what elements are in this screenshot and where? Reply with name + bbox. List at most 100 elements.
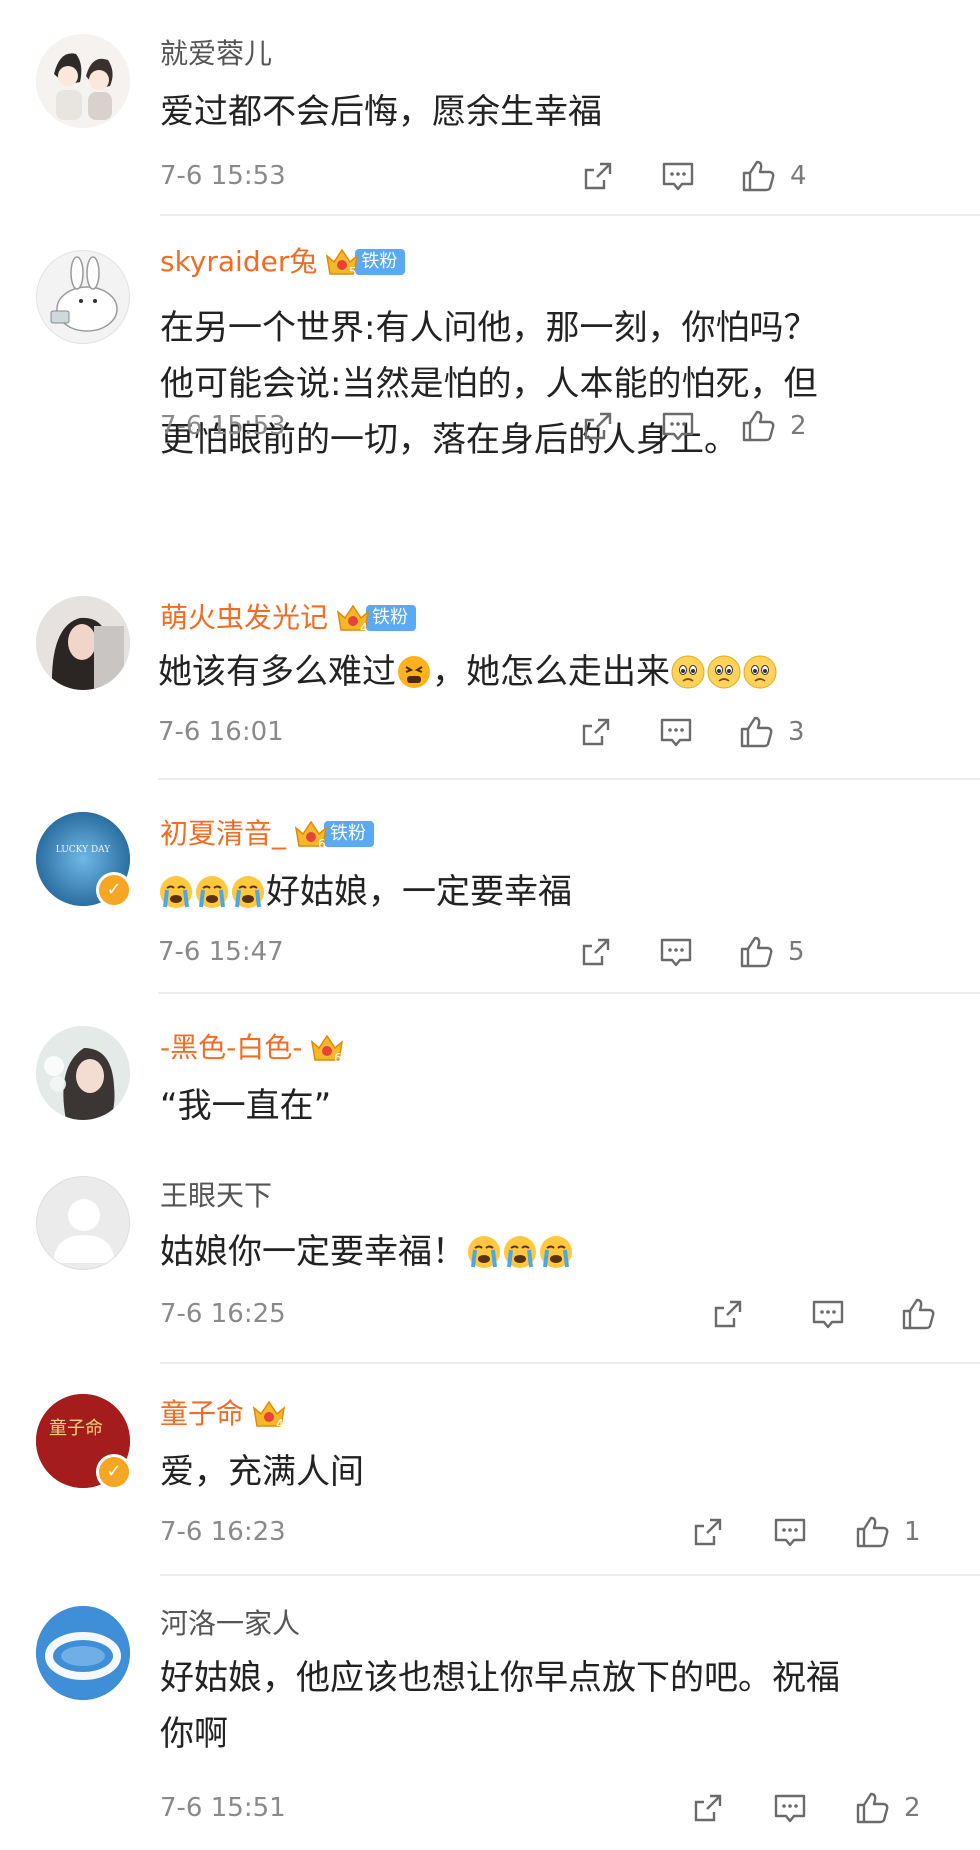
comment-meta: 7-6 15:51 2 <box>160 1788 950 1828</box>
username-text[interactable]: 河洛一家人 <box>160 1606 300 1642</box>
svg-text:4: 4 <box>360 621 368 634</box>
username[interactable]: 初夏清音_ 6 铁粉 <box>160 816 375 852</box>
timestamp: 7-6 16:25 <box>160 1299 286 1329</box>
comment-meta: 7-6 16:01 3 <box>158 712 948 752</box>
fan-badge: 铁粉 <box>324 821 375 847</box>
thumbs-up-icon[interactable] <box>900 1296 936 1332</box>
avatar[interactable] <box>36 1606 130 1700</box>
divider <box>160 1574 980 1576</box>
comment-icon[interactable] <box>660 408 696 444</box>
avatar[interactable] <box>36 34 130 128</box>
timestamp: 7-6 16:23 <box>160 1517 286 1547</box>
username[interactable]: skyraider兔 5 铁粉 <box>160 244 406 280</box>
verified-badge-icon: ✓ <box>96 1454 132 1490</box>
avatar[interactable]: LUCKY DAY ✓ <box>36 812 132 908</box>
share-icon[interactable] <box>578 934 614 970</box>
comment-meta: 7-6 15:47 5 <box>158 932 948 972</box>
comment-icon[interactable] <box>810 1296 846 1332</box>
share-icon[interactable] <box>710 1296 746 1332</box>
comment-text: 她该有多么难过 ，她怎么走出来 <box>158 644 948 700</box>
username-text[interactable]: 初夏清音_ <box>160 816 286 852</box>
comment-text-part: ，她怎么走出来 <box>432 652 670 692</box>
crown-icon: 6 <box>294 818 328 851</box>
verified-badge-icon: ✓ <box>96 872 132 908</box>
crying-face-emoji <box>504 1236 536 1268</box>
avatar[interactable] <box>36 1026 130 1120</box>
crown-icon: 6 <box>310 1032 344 1065</box>
username[interactable]: 河洛一家人 <box>160 1606 300 1642</box>
thumbs-up-icon[interactable] <box>738 934 774 970</box>
username[interactable]: 就爱蓉儿 <box>160 36 272 72</box>
comment-icon[interactable] <box>658 714 694 750</box>
crown-icon: 4 <box>336 602 370 635</box>
sad-face-emoji <box>671 655 705 689</box>
username-text[interactable]: skyraider兔 <box>160 244 317 280</box>
like-count: 3 <box>788 717 805 747</box>
username-text[interactable]: 就爱蓉儿 <box>160 36 272 72</box>
crown-icon: 4 <box>252 1398 286 1431</box>
comment-meta: 7-6 15:53 4 <box>160 156 950 196</box>
share-icon[interactable] <box>580 158 616 194</box>
svg-text:6: 6 <box>318 837 326 850</box>
tired-face-emoji <box>398 656 430 688</box>
avatar[interactable] <box>36 1176 130 1270</box>
username[interactable]: 萌火虫发光记 4 铁粉 <box>160 600 417 636</box>
comment-item: 童子命 ✓ 童子命 4 爱，充满人间 7-6 16:23 1 <box>0 1364 980 1578</box>
comment-text: 爱，充满人间 <box>160 1452 364 1492</box>
timestamp: 7-6 15:47 <box>158 937 284 967</box>
comment-text: “我一直在” <box>160 1086 332 1126</box>
sad-face-emoji <box>707 655 741 689</box>
comment-text: 好姑娘，一定要幸福 <box>158 864 948 920</box>
comment-meta: 7-6 16:25 <box>160 1294 950 1334</box>
thumbs-up-icon[interactable] <box>738 714 774 750</box>
avatar[interactable] <box>36 250 130 344</box>
timestamp: 7-6 15:51 <box>160 1793 286 1823</box>
username-text[interactable]: 王眼天下 <box>160 1178 272 1214</box>
comment-item: LUCKY DAY ✓ 初夏清音_ 6 铁粉 好姑娘，一定要幸福 7-6 15:… <box>0 780 980 994</box>
share-icon[interactable] <box>690 1790 726 1826</box>
svg-text:6: 6 <box>334 1051 342 1064</box>
share-icon[interactable] <box>690 1514 726 1550</box>
comment-item: skyraider兔 5 铁粉 在另一个世界:有人问他，那一刻，你怕吗？他可能会… <box>0 216 980 540</box>
comment-item: 王眼天下 姑娘你一定要幸福！ 7-6 16:25 <box>0 1174 980 1364</box>
avatar[interactable] <box>36 596 130 690</box>
comment-text-part: 好姑娘，一定要幸福 <box>266 872 572 912</box>
svg-text:LUCKY DAY: LUCKY DAY <box>56 845 112 855</box>
crying-face-emoji <box>232 876 264 908</box>
crying-face-emoji <box>540 1236 572 1268</box>
like-count: 2 <box>904 1793 921 1823</box>
comment-icon[interactable] <box>772 1790 808 1826</box>
sad-face-emoji <box>743 655 777 689</box>
like-count: 4 <box>790 161 807 191</box>
fan-badge: 铁粉 <box>355 249 406 275</box>
comment-meta: 7-6 16:23 1 <box>160 1512 950 1552</box>
username[interactable]: 王眼天下 <box>160 1178 272 1214</box>
comment-text: 好姑娘，他应该也想让你早点放下的吧。祝福你啊 <box>160 1658 840 1754</box>
crying-face-emoji <box>160 876 192 908</box>
thumbs-up-icon[interactable] <box>854 1514 890 1550</box>
comment-item: 就爱蓉儿 爱过都不会后悔，愿余生幸福 7-6 15:53 4 <box>0 0 980 216</box>
share-icon[interactable] <box>578 714 614 750</box>
crying-face-emoji <box>196 876 228 908</box>
comment-icon[interactable] <box>658 934 694 970</box>
svg-text:4: 4 <box>276 1417 284 1430</box>
share-icon[interactable] <box>580 408 616 444</box>
thumbs-up-icon[interactable] <box>740 408 776 444</box>
timestamp: 7-6 16:01 <box>158 717 284 747</box>
thumbs-up-icon[interactable] <box>854 1790 890 1826</box>
username[interactable]: 童子命 4 <box>160 1396 286 1432</box>
username-text[interactable]: -黑色-白色- <box>160 1030 302 1066</box>
comment-text-part: 她该有多么难过 <box>158 652 396 692</box>
svg-text:童子命: 童子命 <box>49 1418 103 1439</box>
avatar[interactable]: 童子命 ✓ <box>36 1394 132 1490</box>
comment-icon[interactable] <box>660 158 696 194</box>
username[interactable]: -黑色-白色- 6 <box>160 1030 344 1066</box>
username-text[interactable]: 萌火虫发光记 <box>160 600 328 636</box>
timestamp: 7-6 15:53 <box>160 161 286 191</box>
username-text[interactable]: 童子命 <box>160 1396 244 1432</box>
crying-face-emoji <box>468 1236 500 1268</box>
thumbs-up-icon[interactable] <box>740 158 776 194</box>
comment-text: 爱过都不会后悔，愿余生幸福 <box>160 92 602 132</box>
like-count: 5 <box>788 937 805 967</box>
comment-icon[interactable] <box>772 1514 808 1550</box>
